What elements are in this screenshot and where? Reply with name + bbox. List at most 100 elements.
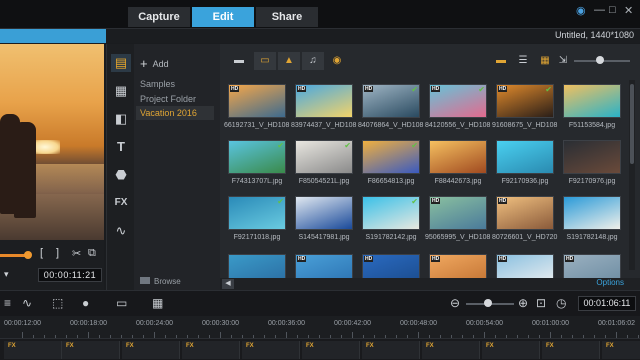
thumbnail-label: 84120556_V_HD108... (425, 122, 491, 129)
media-thumbnail[interactable]: ✔ (228, 140, 286, 174)
hd-badge: HD (297, 86, 307, 92)
thumbnail-label: F88442673.jpg (434, 178, 482, 185)
music-filter-icon[interactable]: ♫ (302, 52, 324, 70)
fx-filter-icon[interactable]: FX (111, 194, 131, 212)
media-thumbnail[interactable] (563, 140, 621, 174)
library-scrollbar[interactable] (629, 80, 635, 270)
media-thumbnail[interactable]: ✔ (295, 140, 353, 174)
media-thumbnail[interactable]: HD ✔ (429, 84, 487, 118)
hd-badge: HD (498, 256, 508, 262)
thumbnail-label: F86654813.jpg (367, 178, 415, 185)
scissors-icon[interactable]: ✂ (72, 247, 81, 260)
fx-label: FX (426, 343, 434, 349)
browse-button[interactable]: Browse (140, 277, 181, 286)
library-scroll-thumb[interactable] (630, 84, 634, 164)
media-thumbnail[interactable]: ✔ (362, 196, 420, 230)
zoom-out-icon[interactable]: ⊖ (450, 296, 460, 310)
folder-icon[interactable]: ▬ (228, 52, 250, 70)
ruler-time-label: 00:01:00:00 (532, 320, 569, 327)
media-thumbnail[interactable] (496, 140, 554, 174)
used-check-icon: ✔ (344, 141, 351, 150)
import-icon[interactable]: ⇲ (552, 52, 574, 70)
tab-edit[interactable]: Edit (192, 7, 254, 27)
timeline-track[interactable]: FX FX FX FX FX FX FX FX FX FX FX (0, 338, 640, 360)
motion-path-icon[interactable]: ∿ (111, 222, 131, 240)
record-capture-icon[interactable]: ⬚ (52, 296, 63, 310)
transition-icon[interactable]: ◧ (111, 110, 131, 128)
copy-icon[interactable]: ⧉ (88, 247, 96, 260)
media-thumbnail[interactable] (563, 196, 621, 230)
timeline-timecode[interactable]: 00:01:06:11 (578, 296, 636, 311)
folder-item-vacation-2016[interactable]: Vacation 2016 (136, 106, 214, 120)
media-thumbnail[interactable]: HD (429, 196, 487, 230)
folder-item-project-folder[interactable]: Project Folder (140, 94, 196, 104)
mark-out-icon[interactable]: ] (56, 247, 59, 259)
sticker-icon[interactable]: ◉ (326, 52, 348, 70)
minimize-icon[interactable]: — (594, 4, 605, 16)
mark-in-icon[interactable]: [ (40, 247, 43, 259)
fx-label: FX (366, 343, 374, 349)
close-icon[interactable]: ✕ (624, 4, 633, 17)
fx-label: FX (126, 343, 134, 349)
multi-camera-icon[interactable]: ● (82, 296, 89, 310)
media-thumbnail[interactable]: HD ✔ (362, 84, 420, 118)
storyboard-view-icon[interactable]: ▦ (152, 296, 163, 310)
video-filter-icon[interactable]: ▭ (254, 52, 276, 70)
title-icon[interactable]: T (111, 138, 131, 156)
photo-filter-icon[interactable]: ▲ (278, 52, 300, 70)
preview-window[interactable] (0, 44, 104, 240)
thumbnail-label: F74313707L.jpg (231, 178, 283, 185)
thumbnail-label: S191782142.jpg (365, 234, 417, 241)
used-check-icon: ✔ (411, 197, 418, 206)
fx-label: FX (306, 343, 314, 349)
thumbnail-label: 80726601_V_HD720... (492, 234, 558, 241)
track-manager-icon[interactable]: ≡ (4, 296, 11, 310)
preview-controls: [ ] ✂ ⧉ ▾ 00:00:11:21 (0, 240, 104, 290)
timeline-toolbar: ≡ ∿ ⬚ ● ▭ ▦ ⊖ ⊕ ⊡ ◷ 00:01:06:11 (0, 290, 640, 316)
media-thumbnail[interactable]: HD (496, 196, 554, 230)
ruler-time-label: 00:00:36:00 (268, 320, 305, 327)
thumbnail-label: F85054521L.jpg (298, 178, 350, 185)
browse-folder-icon (140, 277, 150, 284)
media-thumbnail[interactable]: HD ✔ (496, 84, 554, 118)
options-button[interactable]: Options (596, 278, 624, 287)
restore-icon[interactable]: □ (609, 4, 616, 16)
instant-project-icon[interactable]: ▦ (111, 82, 131, 100)
add-folder-button[interactable]: + Add (140, 56, 169, 71)
help-icon[interactable]: ◉ (576, 4, 586, 17)
graphics-icon[interactable]: ⬣ (111, 166, 131, 184)
zoom-in-icon[interactable]: ⊕ (518, 296, 528, 310)
thumbnail-label: 66192731_V_HD108... (224, 122, 290, 129)
fx-label: FX (546, 343, 554, 349)
tab-share[interactable]: Share (256, 7, 318, 27)
collapse-panel-icon[interactable]: ◀ (222, 279, 234, 289)
preview-timecode[interactable]: 00:00:11:21 (38, 268, 102, 282)
timeline-zoom-handle[interactable] (484, 299, 492, 307)
subtitle-editor-icon[interactable]: ▭ (116, 296, 127, 310)
playback-mode-icon[interactable]: ▾ (4, 269, 9, 280)
thumbnail-size-handle[interactable] (596, 56, 604, 64)
media-thumbnail[interactable]: HD (295, 84, 353, 118)
audio-mixer-icon[interactable]: ∿ (22, 296, 32, 310)
media-thumbnail[interactable]: HD (228, 84, 286, 118)
fx-label: FX (606, 343, 614, 349)
media-thumbnail[interactable]: ✔ (362, 140, 420, 174)
scrubber-handle[interactable] (24, 251, 32, 259)
tab-capture[interactable]: Capture (128, 7, 190, 27)
project-title: Untitled, 1440*1080 (554, 30, 634, 40)
media-thumbnail[interactable] (429, 140, 487, 174)
timeline-ruler[interactable]: 00:00:12:00 00:00:18:00 00:00:24:00 00:00:3… (0, 316, 640, 338)
fit-project-icon[interactable]: ⊡ (536, 296, 546, 310)
thumbnail-label: 83974437_V_HD108... (291, 122, 357, 129)
media-thumbnail[interactable] (295, 196, 353, 230)
media-thumbnail[interactable] (563, 84, 621, 118)
used-check-icon: ✔ (478, 85, 485, 94)
ruler-time-label: 00:00:24:00 (136, 320, 173, 327)
media-library-icon[interactable]: ▤ (111, 54, 131, 72)
media-thumbnail[interactable]: ✔ (228, 196, 286, 230)
thumbnail-label: 84076864_V_HD108... (358, 122, 424, 129)
folder-item-samples[interactable]: Samples (140, 79, 175, 89)
thumbnail-view-icon[interactable]: ▬ (490, 52, 512, 70)
list-view-icon[interactable]: ☰ (512, 52, 534, 70)
thumbnail-label: 95065995_V_HD108... (425, 234, 491, 241)
